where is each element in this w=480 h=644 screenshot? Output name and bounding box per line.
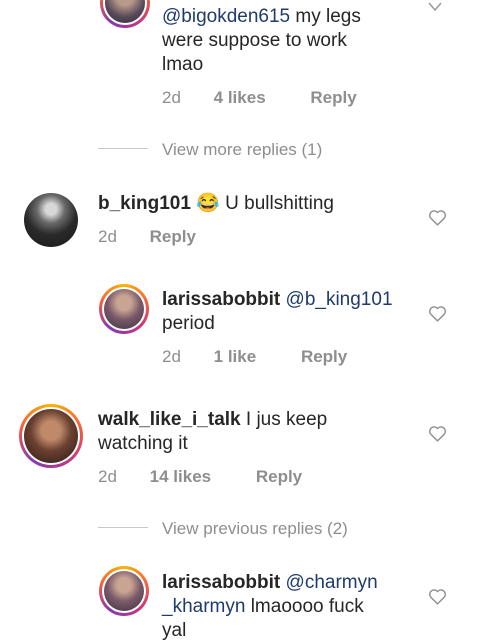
comment-walk-like-i-talk: walk_like_i_talk I jus keep watching it: [98, 409, 328, 454]
timestamp: 2d: [98, 467, 117, 486]
view-previous-replies-button[interactable]: View previous replies (2): [162, 519, 348, 539]
avatar-larissabobbit[interactable]: [99, 284, 149, 334]
reply-button[interactable]: Reply: [301, 347, 347, 366]
reply-button[interactable]: Reply: [150, 227, 196, 246]
top-reply-meta: 2d 4 likes Reply: [162, 88, 357, 108]
comment-b-king101: b_king101 😂 U bullshitting: [98, 193, 334, 214]
username[interactable]: larissabobbit: [162, 289, 280, 310]
mention-link-continued[interactable]: _kharmyn: [162, 596, 245, 617]
username[interactable]: b_king101: [98, 193, 191, 214]
top-reply-text: @bigokden615 my legs were suppose to wor…: [162, 6, 361, 75]
laughing-emoji-icon: 😂: [196, 193, 220, 214]
reply-button[interactable]: Reply: [310, 88, 356, 107]
comment-b-king101-meta: 2d Reply: [98, 227, 196, 247]
thread-divider: [98, 148, 148, 149]
avatar-walk-like-i-talk[interactable]: [19, 404, 83, 468]
username[interactable]: walk_like_i_talk: [98, 409, 241, 430]
heart-icon[interactable]: [428, 305, 447, 322]
reply-larissabobbit-2: larissabobbit @charmyn _kharmyn lmaoooo …: [162, 572, 378, 641]
view-more-replies-button[interactable]: View more replies (1): [162, 140, 322, 160]
timestamp: 2d: [162, 88, 181, 107]
heart-icon[interactable]: [428, 588, 447, 605]
comment-walk-meta: 2d 14 likes Reply: [98, 467, 302, 487]
avatar-larissabobbit[interactable]: [99, 566, 149, 616]
timestamp: 2d: [162, 347, 181, 366]
likes-count[interactable]: 14 likes: [150, 467, 211, 486]
avatar-b-king101[interactable]: [24, 193, 78, 247]
avatar-top-reply[interactable]: [100, 0, 150, 28]
likes-count[interactable]: 4 likes: [214, 88, 266, 107]
thread-divider: [98, 527, 148, 528]
likes-count[interactable]: 1 like: [214, 347, 257, 366]
mention-link[interactable]: @charmyn: [286, 572, 378, 593]
reply-larissabobbit-1: larissabobbit @b_king101 period: [162, 289, 393, 334]
heart-icon[interactable]: [428, 425, 447, 442]
timestamp: 2d: [98, 227, 117, 246]
reply-larissabobbit-1-meta: 2d 1 like Reply: [162, 347, 347, 367]
reply-button[interactable]: Reply: [256, 467, 302, 486]
username[interactable]: larissabobbit: [162, 572, 280, 593]
chevron-icon[interactable]: [428, 2, 442, 12]
heart-icon[interactable]: [428, 209, 447, 226]
mention-link[interactable]: @b_king101: [286, 289, 393, 310]
mention-link[interactable]: @bigokden615: [162, 6, 290, 27]
